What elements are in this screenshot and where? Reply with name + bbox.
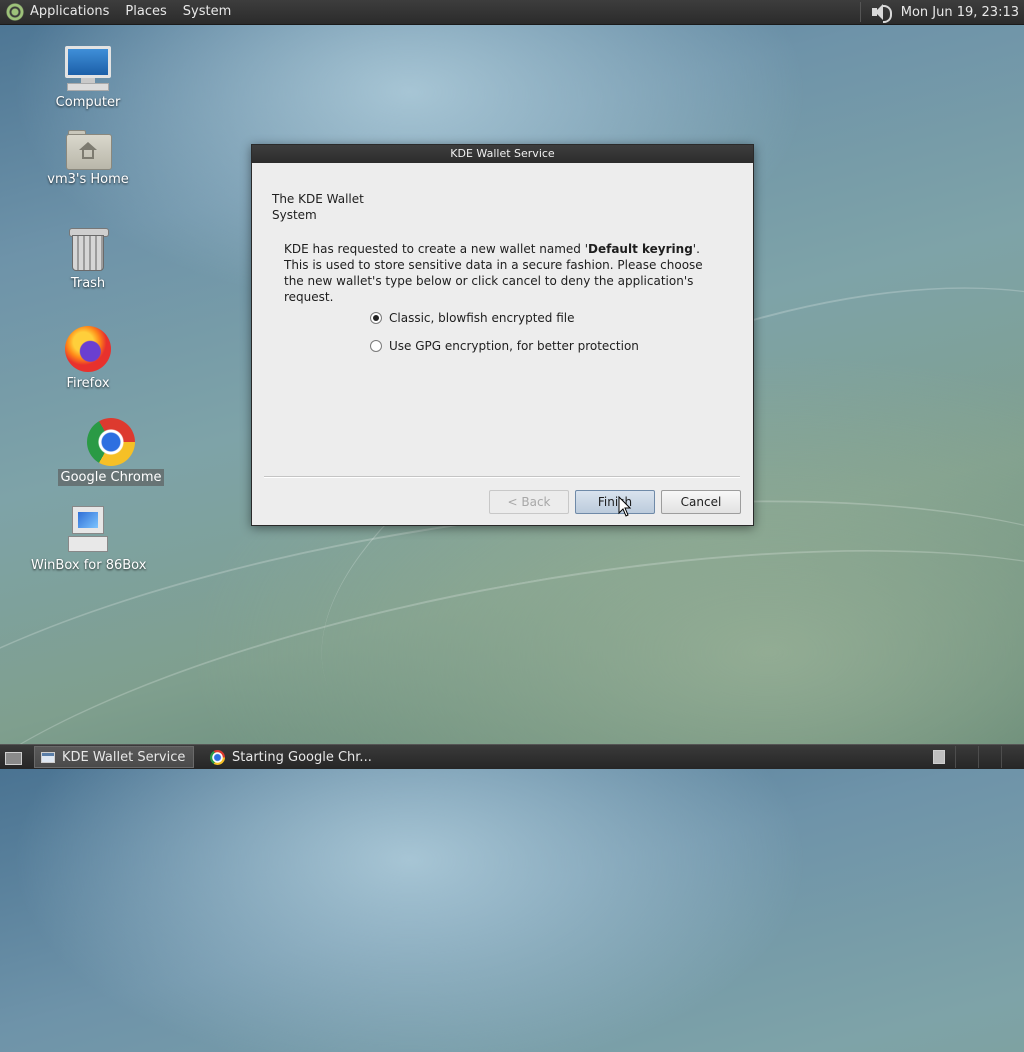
desktop-icon-label: WinBox for 86Box <box>31 558 147 573</box>
task-google-chrome[interactable]: Starting Google Chr... <box>204 746 386 768</box>
menu-system[interactable]: System <box>175 0 239 24</box>
desktop-icon-label: Firefox <box>66 376 110 391</box>
desktop-icon-home[interactable]: vm3's Home <box>28 130 148 188</box>
firefox-icon <box>65 326 111 372</box>
workspace-indicator-icon[interactable] <box>933 750 945 764</box>
task-label: KDE Wallet Service <box>62 749 186 765</box>
desktop-icon-label: Google Chrome <box>57 469 165 486</box>
workspace-cell[interactable] <box>1001 746 1024 768</box>
trash-icon <box>68 226 109 272</box>
kde-wallet-dialog: KDE Wallet Service The KDE Wallet System… <box>251 144 754 526</box>
desktop-icon-label: Computer <box>55 95 121 110</box>
show-desktop-icon[interactable] <box>2 746 24 768</box>
tray-separator <box>859 2 861 22</box>
dialog-heading-line: The KDE Wallet <box>272 192 364 206</box>
task-kde-wallet[interactable]: KDE Wallet Service <box>34 746 194 768</box>
desktop-icon-label: Trash <box>70 276 106 291</box>
radio-button[interactable] <box>370 340 382 352</box>
wallet-name: Default keyring <box>588 242 693 256</box>
dialog-heading-line: System <box>272 208 317 222</box>
chrome-icon <box>210 749 225 765</box>
desktop-icon-computer[interactable]: Computer <box>28 46 148 111</box>
clock[interactable]: Mon Jun 19, 23:13 <box>901 5 1024 20</box>
option-label: Use GPG encryption, for better protectio… <box>389 339 639 353</box>
panel-tray: Mon Jun 19, 23:13 <box>859 0 1024 24</box>
option-label: Classic, blowfish encrypted file <box>389 311 575 325</box>
workspace-cell[interactable] <box>978 746 1001 768</box>
dialog-heading: The KDE Wallet System <box>272 191 382 223</box>
task-label: Starting Google Chr... <box>232 749 372 765</box>
applications-logo-icon[interactable] <box>6 3 24 21</box>
workspace-switcher <box>933 745 1024 769</box>
dialog-titlebar[interactable]: KDE Wallet Service <box>252 145 753 163</box>
winbox-icon <box>68 506 108 554</box>
volume-icon[interactable] <box>869 3 892 23</box>
desktop-icon-winbox[interactable]: WinBox for 86Box <box>28 506 148 574</box>
menu-places[interactable]: Places <box>117 0 174 24</box>
option-gpg-encryption[interactable]: Use GPG encryption, for better protectio… <box>370 339 639 353</box>
desktop-icon-chrome[interactable]: Google Chrome <box>51 418 171 486</box>
top-panel: Applications Places System Mon Jun 19, 2… <box>0 0 1024 25</box>
dialog-separator <box>264 476 740 478</box>
computer-icon <box>64 46 112 91</box>
workspace-separator <box>955 746 956 768</box>
message-text: KDE has requested to create a new wallet… <box>284 242 589 256</box>
cancel-button[interactable]: Cancel <box>661 490 741 514</box>
menu-applications[interactable]: Applications <box>28 0 117 24</box>
desktop-icon-label: vm3's Home <box>47 172 129 187</box>
bottom-taskbar: KDE Wallet Service Starting Google Chr..… <box>0 744 1024 769</box>
dialog-message: KDE has requested to create a new wallet… <box>284 241 714 305</box>
desktop-icon-trash[interactable]: Trash <box>28 226 148 292</box>
radio-button-checked[interactable] <box>370 312 382 324</box>
option-classic-blowfish[interactable]: Classic, blowfish encrypted file <box>370 311 575 325</box>
back-button[interactable]: < Back <box>489 490 569 514</box>
desktop-icon-firefox[interactable]: Firefox <box>28 326 148 392</box>
chrome-icon <box>87 418 135 466</box>
window-icon <box>41 751 55 763</box>
finish-button[interactable]: Finish <box>575 490 655 514</box>
home-folder-icon <box>66 130 112 170</box>
